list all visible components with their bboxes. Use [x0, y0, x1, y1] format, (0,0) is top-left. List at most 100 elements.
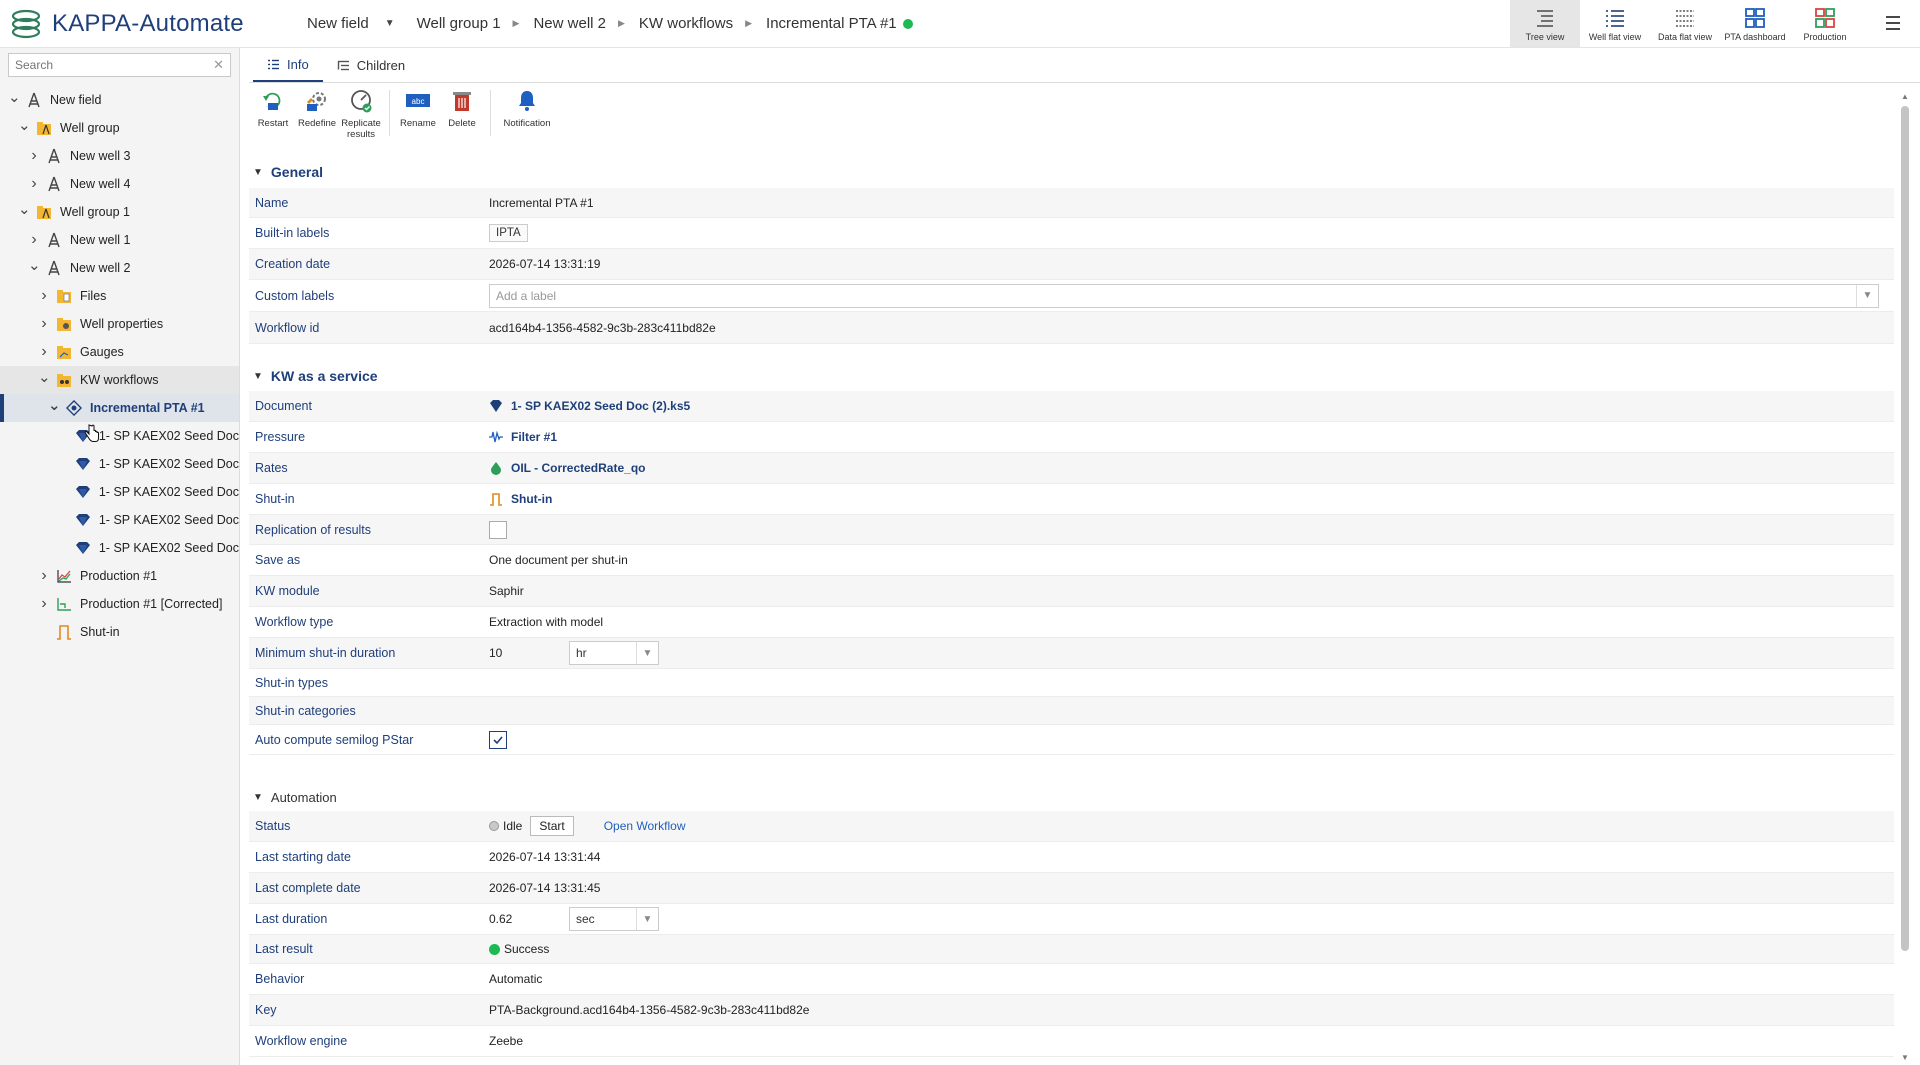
tree-item[interactable]: › New well 3	[0, 142, 239, 170]
chevron-down-icon[interactable]: ⌄	[18, 116, 31, 134]
tree-item[interactable]: 1- SP KAEX02 Seed Doc	[0, 534, 239, 562]
unit-value: sec	[576, 912, 595, 926]
rename-button[interactable]: abc Rename	[396, 88, 440, 150]
workflow-type-label: Workflow type	[255, 615, 334, 629]
view-label: PTA dashboard	[1724, 32, 1786, 42]
tree-item[interactable]: 1- SP KAEX02 Seed Doc	[0, 478, 239, 506]
workflow-type-value: Extraction with model	[489, 615, 604, 629]
document-gem-icon	[75, 456, 91, 472]
tree-item[interactable]: ⌄ Incremental PTA #1	[0, 394, 239, 422]
tree-item[interactable]: › Files	[0, 282, 239, 310]
tree-item[interactable]: ⌄ Well group	[0, 114, 239, 142]
shut-in-link[interactable]: Shut-in	[489, 492, 552, 506]
field-dropdown-icon[interactable]: ▼	[385, 18, 395, 29]
section-automation-header[interactable]: ▼ Automation	[249, 790, 337, 805]
tree-item[interactable]: › Well properties	[0, 310, 239, 338]
delete-button[interactable]: Delete	[440, 88, 484, 150]
replication-checkbox[interactable]	[489, 520, 507, 539]
production-view-button[interactable]: Production	[1790, 0, 1860, 47]
chevron-down-icon[interactable]: ⌄	[8, 88, 21, 106]
start-button[interactable]: Start	[530, 816, 574, 836]
chevron-right-icon[interactable]: ›	[38, 567, 50, 585]
chevron-right-icon: ▶	[512, 18, 520, 28]
hand-cursor-icon	[84, 424, 99, 442]
chevron-right-icon[interactable]: ›	[28, 231, 40, 249]
chevron-down-icon[interactable]: ▼	[1856, 284, 1878, 307]
name-value[interactable]: Incremental PTA #1	[489, 196, 1894, 210]
document-link[interactable]: 1- SP KAEX02 Seed Doc (2).ks5	[489, 399, 690, 413]
chevron-right-icon[interactable]: ›	[38, 595, 50, 613]
well-group-icon	[36, 204, 52, 220]
document-gem-icon	[75, 512, 91, 528]
well-icon	[46, 232, 62, 248]
tree-item[interactable]: ⌄ KW workflows	[0, 366, 239, 394]
tree-item[interactable]: Shut-in	[0, 618, 239, 646]
view-label: Well flat view	[1588, 32, 1642, 42]
pta-dashboard-button[interactable]: PTA dashboard	[1720, 0, 1790, 47]
row-min-shut-in-duration: Minimum shut-in duration 10 hr ▼	[249, 638, 1894, 669]
tree-item-label: 1- SP KAEX02 Seed Doc	[98, 541, 239, 555]
chevron-right-icon[interactable]: ›	[28, 175, 40, 193]
chevron-down-icon[interactable]: ⌄	[18, 200, 31, 218]
section-kw-service-header[interactable]: ▼ KW as a service	[249, 368, 378, 384]
tree-item-label: New well 1	[70, 233, 131, 247]
breadcrumb-item-field[interactable]: New field	[307, 15, 369, 32]
tab-info[interactable]: Info	[253, 48, 323, 82]
restart-button[interactable]: Restart	[251, 88, 295, 150]
pressure-link[interactable]: Filter #1	[489, 430, 557, 444]
chevron-right-icon[interactable]: ›	[38, 287, 50, 305]
breadcrumb-item-kw-workflows[interactable]: KW workflows	[639, 15, 733, 32]
well-flat-view-button[interactable]: Well flat view	[1580, 0, 1650, 47]
tree-view-button[interactable]: Tree view	[1510, 0, 1580, 47]
last-duration-unit-select[interactable]: sec ▼	[569, 907, 659, 931]
replicate-results-button[interactable]: Replicate results	[339, 88, 383, 150]
chevron-down-icon[interactable]: ⌄	[38, 368, 51, 386]
tree-item[interactable]: › Production #1	[0, 562, 239, 590]
auto-pstar-checkbox[interactable]	[489, 730, 507, 749]
behavior-value: Automatic	[489, 972, 543, 986]
scroll-down-icon[interactable]: ▼	[1900, 1053, 1910, 1062]
success-status-dot	[489, 943, 500, 955]
tree-item[interactable]: › Production #1 [Corrected]	[0, 590, 239, 618]
scroll-up-icon[interactable]: ▲	[1900, 92, 1910, 101]
tree-item[interactable]: › New well 1	[0, 226, 239, 254]
last-result-value: Success	[504, 942, 550, 956]
chevron-down-icon[interactable]: ⌄	[28, 256, 41, 274]
redefine-button[interactable]: Redefine	[295, 88, 339, 150]
data-flat-view-button[interactable]: Data flat view	[1650, 0, 1720, 47]
tree-item[interactable]: › New well 4	[0, 170, 239, 198]
tree-item[interactable]: ⌄ New well 2	[0, 254, 239, 282]
tab-children[interactable]: Children	[323, 48, 419, 82]
search-input[interactable]	[9, 54, 204, 76]
chevron-right-icon[interactable]: ›	[38, 343, 50, 361]
chevron-down-icon[interactable]: ⌄	[48, 396, 61, 414]
tree-item-label: 1- SP KAEX02 Seed Doc	[98, 429, 239, 443]
tree-item[interactable]: 1- SP KAEX02 Seed Doc	[0, 422, 239, 450]
scroll-thumb[interactable]	[1901, 106, 1909, 951]
children-list-icon	[337, 60, 349, 70]
chevron-right-icon[interactable]: ›	[38, 315, 50, 333]
unit-value: hr	[576, 646, 587, 660]
chevron-right-icon[interactable]: ›	[28, 147, 40, 165]
vertical-scrollbar[interactable]: ▲ ▼	[1900, 92, 1910, 1062]
open-workflow-link[interactable]: Open Workflow	[604, 819, 686, 833]
min-duration-unit-select[interactable]: hr ▼	[569, 641, 659, 665]
section-general-header[interactable]: ▼ General	[249, 164, 323, 180]
bell-icon	[519, 91, 535, 111]
rates-link[interactable]: OIL - CorrectedRate_qo	[489, 461, 645, 475]
tree-item[interactable]: ⌄ New field	[0, 86, 239, 114]
min-shut-in-duration-value[interactable]: 10	[489, 646, 569, 660]
custom-labels-input[interactable]: Add a label ▼	[489, 283, 1879, 308]
breadcrumb-item-workflow[interactable]: Incremental PTA #1	[766, 15, 897, 32]
clear-search-icon[interactable]: ✕	[213, 57, 224, 73]
tree-item[interactable]: ⌄ Well group 1	[0, 198, 239, 226]
tree-item[interactable]: 1- SP KAEX02 Seed Doc	[0, 506, 239, 534]
hamburger-menu-icon[interactable]	[1884, 14, 1902, 32]
breadcrumb-item-well-group[interactable]: Well group 1	[417, 15, 501, 32]
tree-item-label: New field	[50, 93, 102, 107]
tree-item[interactable]: 1- SP KAEX02 Seed Doc	[0, 450, 239, 478]
notification-button[interactable]: Notification	[497, 88, 557, 150]
tree-item[interactable]: › Gauges	[0, 338, 239, 366]
auto-pstar-label: Auto compute semilog PStar	[255, 732, 414, 747]
breadcrumb-item-well[interactable]: New well 2	[533, 15, 606, 32]
